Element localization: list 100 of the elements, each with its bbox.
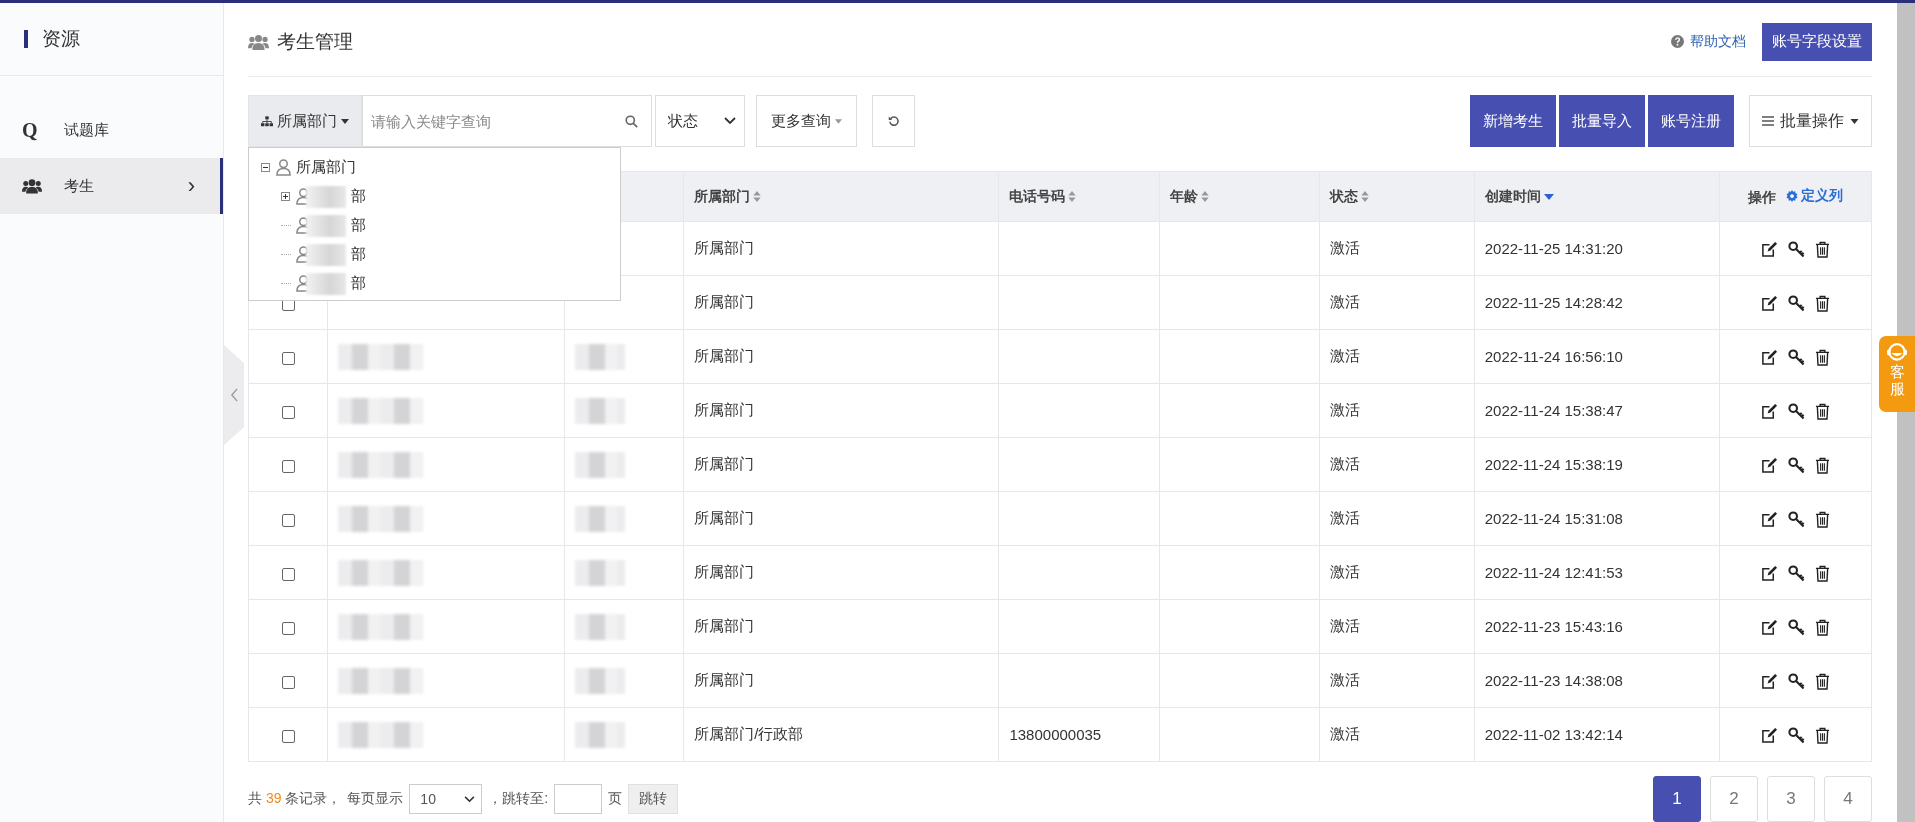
row-checkbox[interactable] xyxy=(281,513,295,527)
table-cell: 激活 xyxy=(1329,455,1360,472)
table-cell: 激活 xyxy=(1329,509,1360,526)
more-query-button[interactable]: 更多查询 xyxy=(756,95,857,147)
edit-icon[interactable] xyxy=(1760,726,1778,744)
page-button[interactable]: 1 xyxy=(1653,776,1701,822)
key-icon[interactable] xyxy=(1787,240,1805,258)
page-unit: 页 xyxy=(608,790,623,808)
record-count: 共 39 条记录， xyxy=(248,790,342,808)
action-button[interactable]: 账号注册 xyxy=(1648,95,1734,147)
key-icon[interactable] xyxy=(1787,564,1805,582)
column-header[interactable]: 电话号码 xyxy=(998,171,1160,222)
tree-item[interactable]: 部 xyxy=(351,187,366,206)
column-header[interactable]: 创建时间 xyxy=(1474,171,1720,222)
key-icon[interactable] xyxy=(1787,294,1805,312)
key-icon[interactable] xyxy=(1787,618,1805,636)
table-cell: 2022-11-24 15:38:19 xyxy=(1484,456,1623,473)
table-cell: 激活 xyxy=(1329,563,1360,580)
search-field[interactable]: 请输入关键字查询 xyxy=(362,95,652,147)
tree-item[interactable]: 所属部门 xyxy=(296,158,356,177)
tree-item[interactable]: 部 xyxy=(351,274,366,293)
table-cell: 所属部门 xyxy=(694,239,755,256)
trash-icon[interactable] xyxy=(1814,294,1830,312)
key-icon[interactable] xyxy=(1787,672,1805,690)
table-cell: 激活 xyxy=(1329,293,1360,310)
table-cell: 激活 xyxy=(1329,239,1360,256)
blurred-text xyxy=(575,451,626,478)
edit-icon[interactable] xyxy=(1760,618,1778,636)
table-cell: 激活 xyxy=(1329,725,1360,742)
edit-icon[interactable] xyxy=(1760,456,1778,474)
trash-icon[interactable] xyxy=(1814,456,1830,474)
blurred-text xyxy=(575,613,626,640)
key-icon[interactable] xyxy=(1787,348,1805,366)
table-cell: 所属部门 xyxy=(694,347,755,364)
trash-icon[interactable] xyxy=(1814,564,1830,582)
key-icon[interactable] xyxy=(1787,510,1805,528)
department-filter-button[interactable]: 所属部门 xyxy=(248,95,362,147)
caret-icon xyxy=(835,118,842,124)
column-header[interactable]: 所属部门 xyxy=(683,171,999,222)
sidebar-item[interactable]: 考生 › xyxy=(0,158,223,214)
key-icon[interactable] xyxy=(1787,402,1805,420)
trash-icon[interactable] xyxy=(1814,726,1830,744)
trash-icon[interactable] xyxy=(1814,672,1830,690)
row-checkbox[interactable] xyxy=(281,675,295,689)
page-input[interactable] xyxy=(554,784,603,814)
edit-icon[interactable] xyxy=(1760,564,1778,582)
blurred-text xyxy=(575,505,626,532)
edit-icon[interactable] xyxy=(1760,402,1778,420)
status-select[interactable]: 状态 xyxy=(655,95,745,147)
edit-icon[interactable] xyxy=(1760,240,1778,258)
row-checkbox[interactable] xyxy=(281,729,295,743)
edit-icon[interactable] xyxy=(1760,672,1778,690)
jump-button[interactable]: 跳转 xyxy=(628,784,679,814)
settings-button[interactable]: 账号字段设置 xyxy=(1762,22,1872,61)
table-cell: 2022-11-25 14:31:20 xyxy=(1484,240,1623,257)
sidebar-item[interactable]: Q 试题库 xyxy=(0,102,223,158)
edit-icon[interactable] xyxy=(1760,294,1778,312)
action-button[interactable]: 批量导入 xyxy=(1559,95,1645,147)
edit-icon[interactable] xyxy=(1760,348,1778,366)
row-checkbox[interactable] xyxy=(281,459,295,473)
blurred-text xyxy=(575,667,626,694)
trash-icon[interactable] xyxy=(1814,510,1830,528)
define-columns-link[interactable]: 定义列 xyxy=(1785,186,1843,205)
trash-icon[interactable] xyxy=(1814,240,1830,258)
caret-icon xyxy=(1850,118,1859,124)
row-checkbox[interactable] xyxy=(281,405,295,419)
page-button[interactable]: 3 xyxy=(1767,776,1815,822)
row-checkbox[interactable] xyxy=(281,351,295,365)
gear-icon xyxy=(1785,189,1798,202)
page-button[interactable]: 2 xyxy=(1710,776,1758,822)
row-checkbox[interactable] xyxy=(281,621,295,635)
table-cell: 所属部门 xyxy=(694,401,755,418)
help-link[interactable]: 帮助文档 xyxy=(1690,32,1746,51)
trash-icon[interactable] xyxy=(1814,402,1830,420)
key-icon[interactable] xyxy=(1787,456,1805,474)
blurred-text xyxy=(306,272,346,295)
trash-icon[interactable] xyxy=(1814,348,1830,366)
table-cell: 所属部门 xyxy=(694,617,755,634)
row-checkbox[interactable] xyxy=(281,567,295,581)
column-header[interactable]: 年龄 xyxy=(1159,171,1320,222)
action-button[interactable]: 新增考生 xyxy=(1470,95,1556,147)
blurred-text xyxy=(306,243,346,266)
table-cell: 13800000035 xyxy=(1009,726,1102,743)
table-cell: 2022-11-24 16:56:10 xyxy=(1484,348,1623,365)
collapse-toggle[interactable] xyxy=(261,163,271,172)
table-cell: 2022-11-23 14:38:08 xyxy=(1484,672,1623,689)
tree-item[interactable]: 部 xyxy=(351,216,366,235)
trash-icon[interactable] xyxy=(1814,618,1830,636)
person-icon xyxy=(276,159,291,176)
expand-toggle[interactable] xyxy=(281,192,291,201)
tree-item[interactable]: 部 xyxy=(351,245,366,264)
column-header[interactable]: 状态 xyxy=(1319,171,1475,222)
edit-icon[interactable] xyxy=(1760,510,1778,528)
batch-operation-button[interactable]: 批量操作 xyxy=(1749,95,1872,147)
blurred-text xyxy=(575,343,626,370)
page-size-select[interactable]: 10 xyxy=(409,784,483,814)
page-button[interactable]: 4 xyxy=(1824,776,1872,822)
column-header[interactable]: 操作 定义列 xyxy=(1719,171,1872,222)
key-icon[interactable] xyxy=(1787,726,1805,744)
table-cell: 2022-11-23 15:43:16 xyxy=(1484,618,1623,635)
